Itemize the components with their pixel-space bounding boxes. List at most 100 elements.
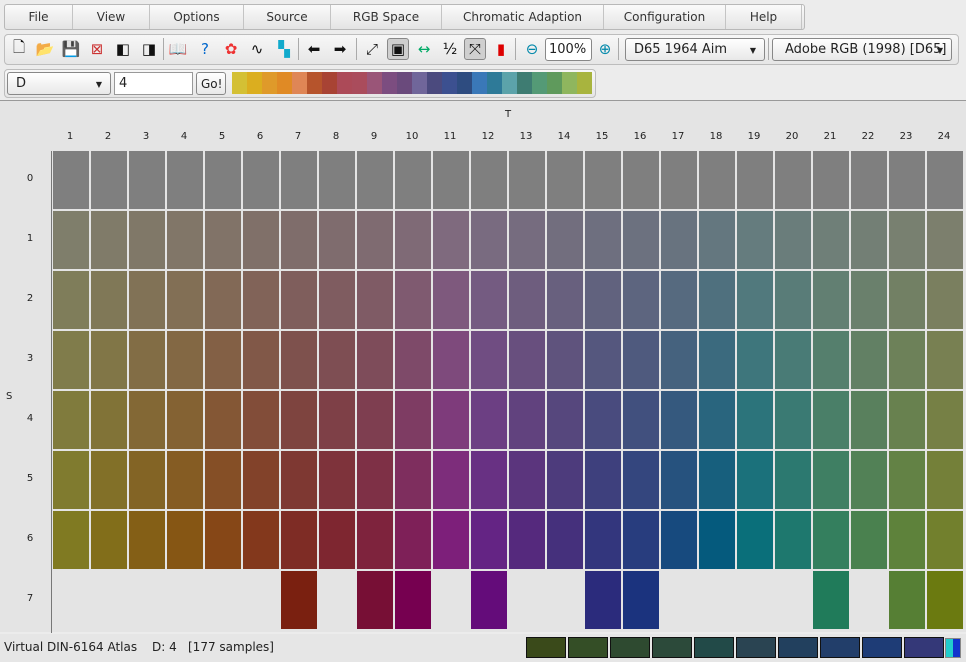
color-sample[interactable] (699, 391, 735, 449)
rotate-icon[interactable]: ⤢ (361, 38, 383, 60)
color-sample[interactable] (509, 511, 545, 569)
color-sample[interactable] (91, 511, 127, 569)
color-sample[interactable] (53, 211, 89, 269)
color-sample[interactable] (699, 151, 735, 209)
color-sample[interactable] (357, 511, 393, 569)
color-sample[interactable] (281, 451, 317, 509)
color-sample[interactable] (509, 151, 545, 209)
color-sample[interactable] (509, 391, 545, 449)
color-sample[interactable] (623, 511, 659, 569)
color-sample[interactable] (395, 451, 431, 509)
color-sample[interactable] (623, 211, 659, 269)
color-sample[interactable] (357, 331, 393, 389)
color-sample[interactable] (205, 151, 241, 209)
color-sample[interactable] (737, 511, 773, 569)
color-sample[interactable] (661, 271, 697, 329)
new-file-icon[interactable]: 🗋 (8, 38, 30, 60)
color-sample[interactable] (433, 451, 469, 509)
menu-options[interactable]: Options (150, 5, 244, 29)
color-sample[interactable] (927, 451, 963, 509)
color-sample[interactable] (547, 391, 583, 449)
color-sample[interactable] (53, 151, 89, 209)
color-sample[interactable] (927, 331, 963, 389)
color-sample[interactable] (129, 331, 165, 389)
color-sample[interactable] (585, 331, 621, 389)
color-sample[interactable] (927, 271, 963, 329)
color-sample[interactable] (775, 511, 811, 569)
color-sample[interactable] (281, 391, 317, 449)
color-sample[interactable] (357, 211, 393, 269)
color-sample[interactable] (167, 451, 203, 509)
zoom-out-icon[interactable]: ⊖ (521, 38, 543, 60)
palette-swatch[interactable] (292, 72, 307, 94)
color-sample[interactable] (737, 391, 773, 449)
color-sample[interactable] (889, 511, 925, 569)
color-sample[interactable] (167, 211, 203, 269)
color-sample[interactable] (585, 511, 621, 569)
palette-swatch[interactable] (382, 72, 397, 94)
color-sample[interactable] (205, 331, 241, 389)
menu-configuration[interactable]: Configuration (604, 5, 726, 29)
color-sample[interactable] (319, 151, 355, 209)
curve-icon[interactable]: ∿ (246, 38, 268, 60)
color-sample[interactable] (851, 151, 887, 209)
color-sample[interactable] (889, 331, 925, 389)
color-sample[interactable] (167, 271, 203, 329)
palette-swatch[interactable] (502, 72, 517, 94)
color-sample[interactable] (509, 451, 545, 509)
palette-swatch[interactable] (397, 72, 412, 94)
color-sample[interactable] (205, 211, 241, 269)
color-sample[interactable] (585, 211, 621, 269)
color-sample[interactable] (699, 271, 735, 329)
dimension-value-input[interactable]: 4 (114, 72, 193, 95)
color-sample[interactable] (433, 151, 469, 209)
palette-swatch[interactable] (562, 72, 577, 94)
size-icon[interactable]: ▣ (387, 38, 409, 60)
color-sample[interactable] (243, 151, 279, 209)
palette-swatch[interactable] (322, 72, 337, 94)
color-sample[interactable] (53, 511, 89, 569)
palette-swatch[interactable] (457, 72, 472, 94)
color-sample[interactable] (167, 511, 203, 569)
color-sample[interactable] (889, 271, 925, 329)
color-sample[interactable] (661, 511, 697, 569)
palette-swatch[interactable] (517, 72, 532, 94)
color-sample[interactable] (471, 391, 507, 449)
color-sample[interactable] (851, 511, 887, 569)
color-sample[interactable] (661, 151, 697, 209)
status-swatch[interactable] (862, 637, 902, 658)
color-sample[interactable] (737, 331, 773, 389)
color-sample[interactable] (813, 511, 849, 569)
color-sample[interactable] (129, 151, 165, 209)
color-sample[interactable] (243, 211, 279, 269)
arrow-right-icon[interactable]: ➡ (329, 38, 351, 60)
menu-source[interactable]: Source (244, 5, 331, 29)
color-sample[interactable] (281, 151, 317, 209)
color-sample[interactable] (699, 451, 735, 509)
color-sample[interactable] (53, 271, 89, 329)
color-sample[interactable] (585, 451, 621, 509)
color-sample[interactable] (737, 451, 773, 509)
color-sample[interactable] (395, 511, 431, 569)
palette-swatch[interactable] (412, 72, 427, 94)
status-swatch[interactable] (568, 637, 608, 658)
export-icon[interactable]: ◨ (138, 38, 160, 60)
color-sample[interactable] (509, 211, 545, 269)
menu-rgb-space[interactable]: RGB Space (331, 5, 442, 29)
color-sample[interactable] (661, 331, 697, 389)
palette-strip[interactable] (232, 72, 592, 94)
color-sample[interactable] (129, 211, 165, 269)
status-swatch[interactable] (820, 637, 860, 658)
color-sample[interactable] (243, 391, 279, 449)
color-sample[interactable] (813, 211, 849, 269)
color-sample[interactable] (889, 151, 925, 209)
color-sample[interactable] (357, 271, 393, 329)
color-sample[interactable] (53, 391, 89, 449)
color-sample[interactable] (281, 331, 317, 389)
palette-swatch[interactable] (472, 72, 487, 94)
color-sample[interactable] (167, 151, 203, 209)
color-sample[interactable] (547, 271, 583, 329)
open-folder-icon[interactable]: 📂 (34, 38, 56, 60)
import-icon[interactable]: ◧ (112, 38, 134, 60)
color-sample[interactable] (547, 151, 583, 209)
